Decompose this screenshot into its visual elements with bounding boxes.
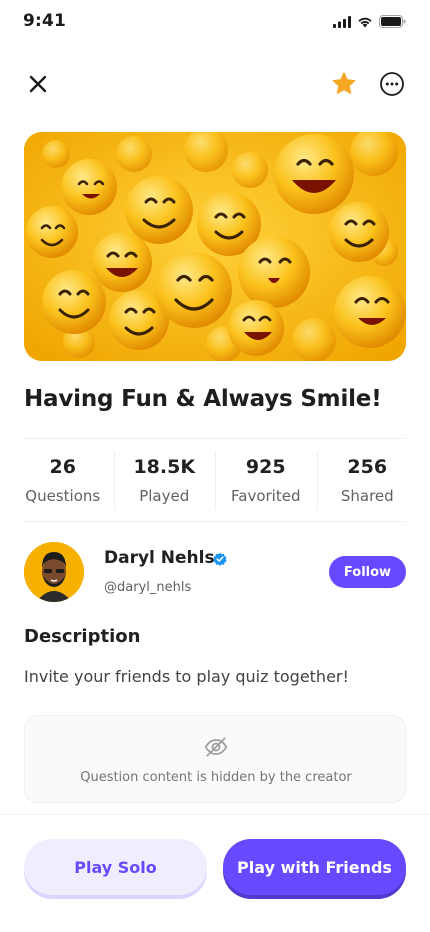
stat-label: Favorited [231, 487, 301, 505]
divider [24, 438, 406, 439]
avatar-illustration [24, 542, 84, 602]
avatar[interactable] [24, 542, 84, 602]
more-horizontal-circle-icon [380, 72, 404, 96]
emoji-collage-illustration [24, 132, 406, 361]
author-row: Daryl Nehls @daryl_nehls Follow [24, 542, 406, 602]
hidden-content-notice: Question content is hidden by the creato… [24, 715, 406, 803]
author-handle: @daryl_nehls [104, 580, 192, 595]
hidden-content-text: Question content is hidden by the creato… [80, 770, 352, 785]
play-solo-button[interactable]: Play Solo [24, 839, 207, 895]
stat-label: Shared [340, 487, 394, 505]
battery-icon [379, 15, 406, 28]
quiz-title: Having Fun & Always Smile! [24, 386, 382, 412]
close-button[interactable] [24, 70, 52, 98]
star-icon [332, 72, 356, 94]
description-heading: Description [24, 626, 141, 647]
more-options-button[interactable] [378, 70, 406, 98]
stat-value: 256 [347, 456, 388, 478]
quiz-cover-image [24, 132, 406, 361]
stat-value: 18.5K [133, 456, 196, 478]
bottom-action-bar: Play Solo Play with Friends [0, 814, 430, 932]
stat-favorited: 925 Favorited [215, 452, 317, 510]
divider [24, 521, 406, 522]
favorite-button[interactable] [330, 70, 358, 98]
stat-value: 26 [49, 456, 76, 478]
play-with-friends-button[interactable]: Play with Friends [223, 839, 406, 895]
cellular-signal-icon [333, 15, 351, 28]
top-nav [0, 60, 430, 108]
status-bar: 9:41 [0, 0, 430, 44]
stat-played: 18.5K Played [113, 452, 216, 510]
verified-badge-icon [213, 552, 227, 566]
stat-shared: 256 Shared [316, 452, 419, 510]
stat-label: Questions [25, 487, 101, 505]
status-icons [333, 15, 406, 28]
stat-label: Played [139, 487, 190, 505]
follow-button[interactable]: Follow [329, 556, 406, 588]
quiz-stats: 26 Questions 18.5K Played 925 Favorited … [12, 452, 419, 510]
stat-value: 925 [245, 456, 286, 478]
close-icon [29, 75, 47, 93]
eye-off-icon [204, 737, 228, 757]
wifi-icon [358, 17, 372, 27]
stat-questions: 26 Questions [12, 452, 114, 508]
description-text: Invite your friends to play quiz togethe… [24, 667, 349, 686]
author-name[interactable]: Daryl Nehls [104, 548, 215, 568]
status-time: 9:41 [23, 11, 67, 31]
